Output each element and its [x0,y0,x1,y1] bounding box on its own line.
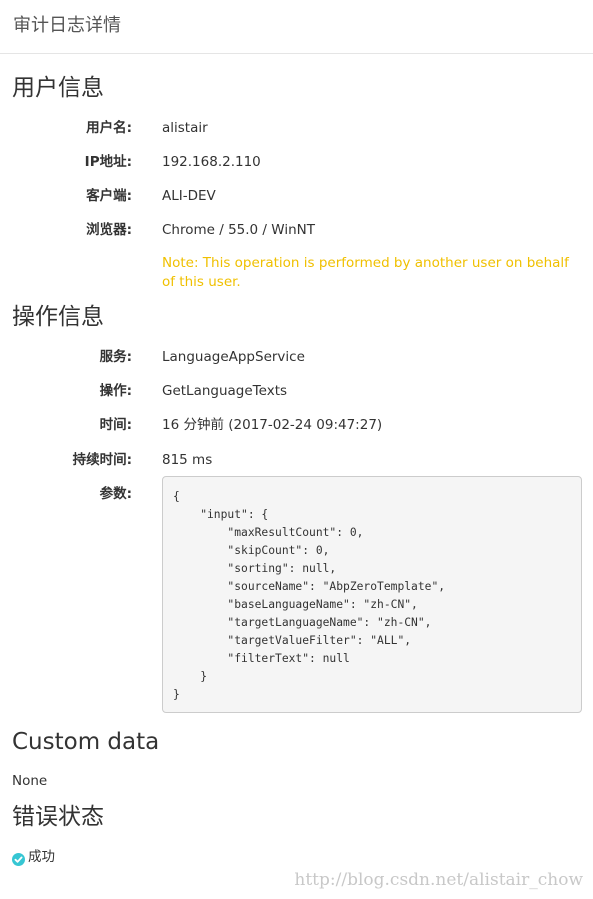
field-label-client: 客户端: [86,188,132,204]
field-value-ip-address: 192.168.2.110 [162,154,261,170]
field-value-username: alistair [162,120,208,136]
parameters-code-block[interactable]: { "input": { "maxResultCount": 0, "skipC… [162,476,582,713]
modal-header: 审计日志详情 [0,0,593,54]
field-label-ip-address: IP地址: [84,154,132,170]
section-title-error-state: 错误状态 [12,804,104,830]
field-label-time: 时间: [99,417,132,433]
field-row-ip-address: IP地址: 192.168.2.110 [0,151,593,173]
field-label-browser: 浏览器: [86,222,132,238]
impersonation-note: Note: This operation is performed by ano… [162,255,569,290]
field-value-service: LanguageAppService [162,349,305,365]
modal-title: 审计日志详情 [13,15,121,36]
field-label-parameters: 参数: [99,486,132,502]
field-value-method: GetLanguageTexts [162,383,288,399]
field-value-browser: Chrome / 55.0 / WinNT [162,222,315,238]
section-title-action-info: 操作信息 [12,304,104,330]
field-row-duration: 持续时间: 815 ms [0,449,593,471]
field-label-method: 操作: [99,383,132,399]
field-label-duration: 持续时间: [72,452,132,468]
field-row-username: 用户名: alistair [0,117,593,139]
section-title-user-info: 用户信息 [12,75,104,101]
field-value-time: 16 分钟前 (2017-02-24 09:47:27) [162,417,383,433]
section-title-custom-data: Custom data [12,729,160,755]
field-label-username: 用户名: [86,120,132,136]
watermark: http://blog.csdn.net/alistair_chow [294,870,583,890]
status-indicator: 成功 [12,846,55,868]
custom-data-value: None [12,773,48,789]
check-circle-icon [12,851,25,866]
field-row-client: 客户端: ALI-DEV [0,185,593,207]
status-text: 成功 [28,849,55,865]
field-value-client: ALI-DEV [162,188,216,204]
field-label-service: 服务: [99,349,132,365]
field-row-method: 操作: GetLanguageTexts [0,380,593,402]
field-row-service: 服务: LanguageAppService [0,346,593,368]
field-row-browser: 浏览器: Chrome / 55.0 / WinNT [0,219,593,241]
field-row-time: 时间: 16 分钟前 (2017-02-24 09:47:27) [0,414,593,436]
field-value-duration: 815 ms [162,452,213,468]
